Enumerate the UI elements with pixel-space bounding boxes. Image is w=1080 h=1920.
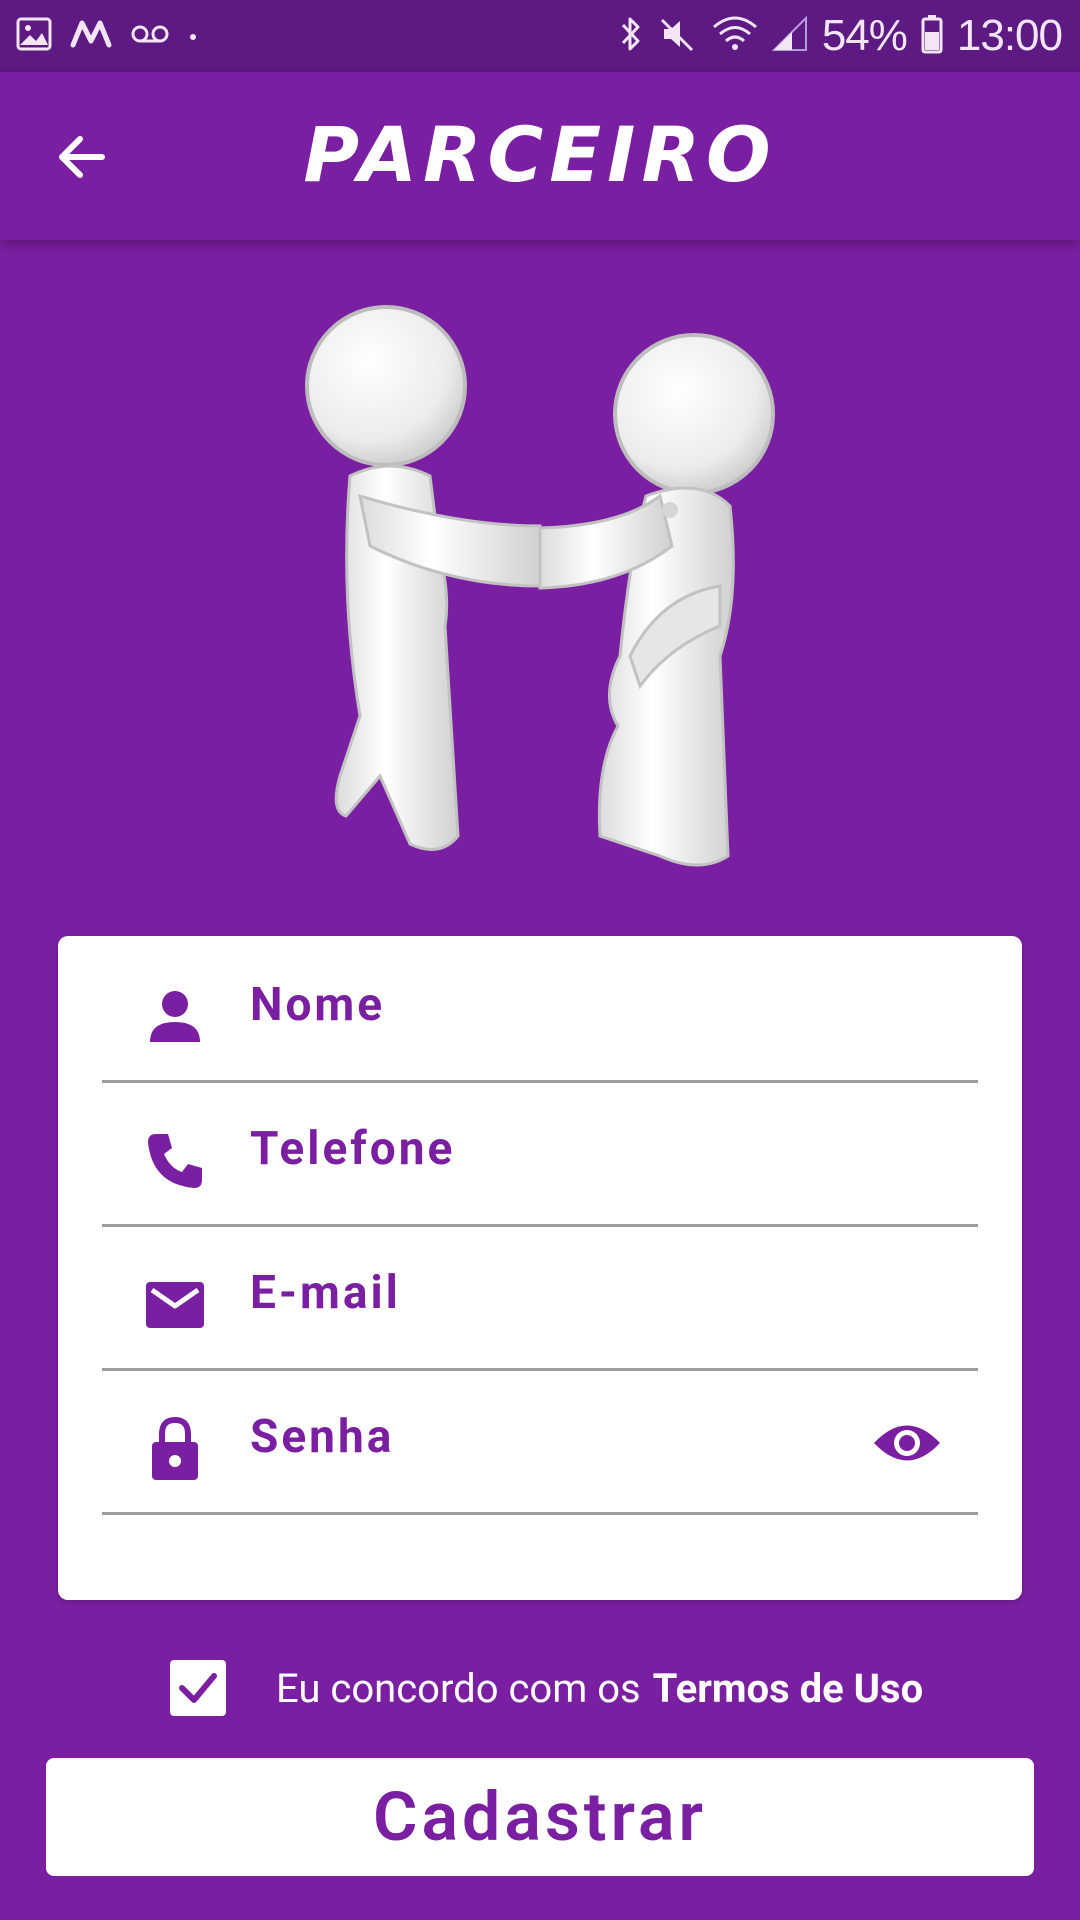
email-label: E-mail — [250, 1266, 401, 1320]
page-title: PARCEIRO — [303, 110, 777, 199]
voicemail-icon — [130, 23, 170, 49]
register-button[interactable]: Cadastrar — [46, 1758, 1034, 1876]
phone-field[interactable]: Telefone — [102, 1080, 978, 1227]
status-bar: 54% 13:00 — [0, 0, 1080, 72]
terms-text: Eu concordo com os — [276, 1664, 641, 1712]
battery-percent: 54% — [821, 11, 908, 60]
password-label: Senha — [250, 1410, 395, 1464]
lock-icon — [152, 1416, 198, 1480]
terms-checkbox[interactable] — [170, 1660, 226, 1716]
signal-icon — [771, 15, 808, 56]
name-label: Nome — [250, 978, 386, 1032]
email-field[interactable]: E-mail — [102, 1224, 978, 1371]
mute-icon — [658, 14, 698, 58]
terms-of-use-link[interactable]: Termos de Uso — [653, 1665, 924, 1712]
app-bar: PARCEIRO — [0, 72, 1080, 240]
phone-label: Telefone — [250, 1122, 456, 1176]
terms-row: Eu concordo com os Termos de Uso — [170, 1658, 923, 1718]
password-field[interactable]: Senha — [102, 1368, 978, 1515]
handshake-figures-illustration — [300, 296, 790, 876]
person-icon — [150, 991, 200, 1042]
name-field[interactable]: Nome — [102, 936, 978, 1083]
wifi-icon — [712, 15, 758, 57]
check-icon — [179, 1673, 217, 1703]
phone-icon — [148, 1134, 202, 1188]
clock: 13:00 — [956, 11, 1063, 60]
app-m-icon — [70, 19, 112, 53]
email-icon — [146, 1282, 204, 1328]
bluetooth-icon — [618, 14, 644, 58]
registration-form: Nome Telefone E-mail Senha — [58, 936, 1022, 1600]
eye-icon — [874, 1425, 940, 1461]
dot-icon — [188, 27, 198, 46]
battery-icon — [921, 14, 943, 58]
image-icon — [16, 17, 52, 55]
toggle-password-visibility-button[interactable] — [872, 1418, 942, 1468]
